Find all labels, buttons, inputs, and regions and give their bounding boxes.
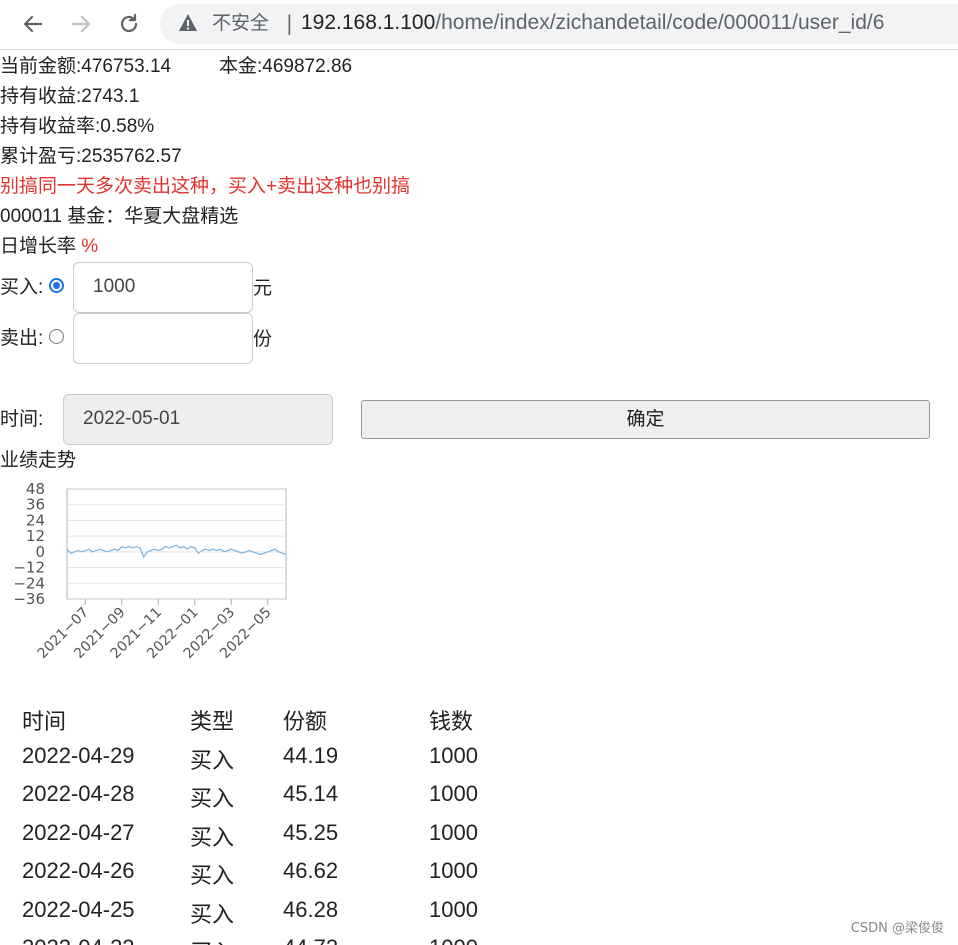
url-path: /home/index/zichandetail/code/000011/use… — [435, 11, 885, 34]
table-row-cell: 买入 — [190, 863, 235, 888]
chart-series-line — [66, 544, 287, 559]
table-row-cell: 45.25 — [283, 819, 339, 845]
table-row-cell: 1000 — [429, 781, 478, 806]
buy-unit: 元 — [253, 278, 273, 299]
table-header-cell: 钱数 — [429, 709, 474, 734]
fund-name: 000011 基金：华夏大盘精选 — [0, 206, 239, 227]
table-row-cell: 44.72 — [283, 935, 338, 945]
sell-label: 卖出: — [0, 328, 44, 349]
table-row-cell: 2022-04-26 — [22, 858, 135, 883]
table-row-cell: 2022-04-25 — [22, 896, 135, 922]
sell-radio[interactable] — [49, 329, 64, 344]
url-separator: | — [286, 11, 293, 35]
table-header-cell: 份额 — [283, 709, 328, 734]
chart-frame — [66, 488, 287, 600]
daily-growth: 日增长率 % — [0, 235, 98, 259]
chart-title: 业绩走势 — [0, 450, 77, 471]
table-row-cell: 1000 — [429, 858, 478, 883]
forward-button[interactable] — [65, 8, 97, 40]
table-row-cell: 2022-04-28 — [22, 781, 135, 806]
table-row-cell: 46.62 — [283, 858, 339, 883]
table-row-cell: 1000 — [429, 819, 478, 845]
reload-icon — [120, 13, 138, 33]
buy-label: 买入: — [0, 277, 44, 298]
sell-unit: 份 — [253, 329, 273, 350]
table-row-cell: 44.19 — [283, 742, 339, 768]
table-row-cell: 1000 — [429, 742, 478, 768]
daily-growth-value: % — [81, 236, 99, 257]
daily-growth-label: 日增长率 — [0, 236, 77, 257]
performance-chart: 483624120−12−24−362021−072021−092021−112… — [13, 480, 287, 662]
back-arrow-icon — [23, 15, 43, 33]
time-input[interactable]: 2022-05-01 — [63, 394, 333, 445]
table-row-cell: 1000 — [429, 896, 478, 922]
buy-radio[interactable] — [49, 278, 64, 293]
table-header-cell: 时间 — [22, 709, 67, 734]
confirm-button[interactable]: 确定 — [361, 400, 930, 439]
current-amount-text: 当前金额:476753.14 — [0, 56, 172, 77]
url-text[interactable]: 192.168.1.100/home/index/zichandetail/co… — [301, 10, 884, 36]
table-row-cell: 46.28 — [283, 896, 339, 922]
back-button[interactable] — [17, 8, 49, 40]
table-row-cell: 买入 — [190, 747, 235, 773]
table-header-cell: 类型 — [190, 709, 235, 734]
table-row-cell: 1000 — [429, 935, 478, 945]
watermark: CSDN @梁俊俊 — [850, 921, 944, 936]
warning-text: 别搞同一天多次卖出这种，买入+卖出这种也别搞 — [0, 176, 411, 197]
principal-text: 本金:469872.86 — [219, 56, 353, 77]
table-row-cell: 买入 — [190, 786, 235, 811]
holding-profit: 持有收益:2743.1 — [0, 86, 140, 107]
holding-rate: 持有收益率:0.58% — [0, 116, 155, 137]
table-row-cell: 2022-04-22 — [22, 935, 135, 945]
table-row-cell: 买入 — [190, 824, 235, 850]
browser-toolbar: 不安全 | 192.168.1.100/home/index/zichandet… — [0, 0, 958, 50]
table-row-cell: 45.14 — [283, 781, 339, 806]
buy-amount-input[interactable]: 1000 — [73, 262, 253, 313]
current-amount: 当前金额:476753.14 本金:469872.86 — [0, 55, 352, 79]
time-label: 时间: — [0, 409, 44, 430]
security-label: 不安全 — [212, 12, 270, 34]
table-row-cell: 买入 — [190, 901, 235, 927]
url-host: 192.168.1.100 — [301, 11, 436, 34]
reload-button[interactable] — [113, 8, 145, 40]
table-row-cell: 买入 — [190, 935, 234, 945]
forward-arrow-icon — [71, 15, 91, 33]
table-row-cell: 2022-04-29 — [22, 742, 135, 768]
table-row-cell: 2022-04-27 — [22, 819, 135, 845]
warning-triangle-icon — [179, 14, 197, 31]
total-pnl: 累计盈亏:2535762.57 — [0, 146, 182, 167]
sell-amount-input[interactable] — [73, 313, 253, 364]
y-tick-label: −36 — [13, 590, 45, 608]
